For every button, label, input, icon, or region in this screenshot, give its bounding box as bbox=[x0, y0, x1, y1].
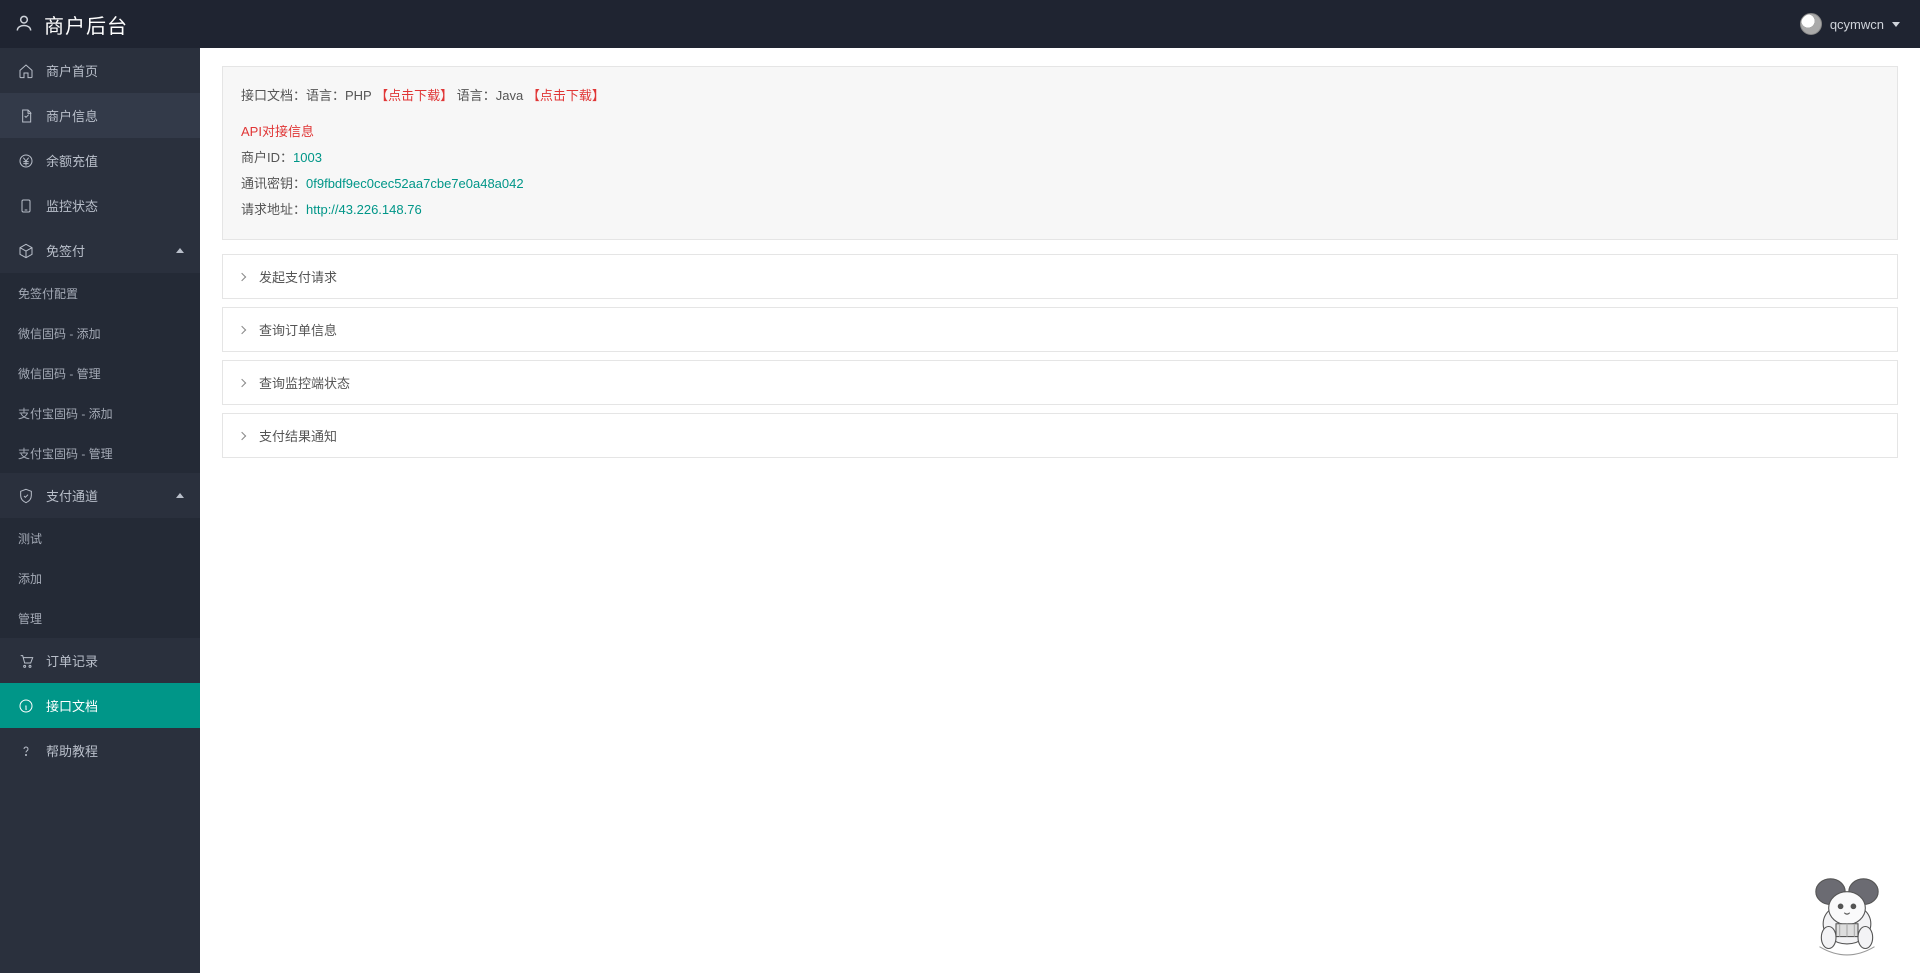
accordion-title: 支付结果通知 bbox=[259, 426, 337, 445]
chevron-right-icon bbox=[238, 431, 246, 439]
chevron-right-icon bbox=[238, 325, 246, 333]
accordion-header[interactable]: 查询监控端状态 bbox=[223, 361, 1897, 404]
avatar bbox=[1800, 13, 1822, 35]
chevron-right-icon bbox=[238, 272, 246, 280]
user-icon bbox=[14, 13, 34, 36]
sidebar-item-api-doc[interactable]: 接口文档 bbox=[0, 683, 200, 728]
sidebar-sub-wechat-add[interactable]: 微信固码 - 添加 bbox=[0, 313, 200, 353]
accordion-title: 发起支付请求 bbox=[259, 267, 337, 286]
sidebar-sub-alipay-manage[interactable]: 支付宝固码 - 管理 bbox=[0, 433, 200, 473]
chevron-up-icon bbox=[176, 248, 184, 253]
api-info-title: API对接信息 bbox=[241, 119, 1879, 145]
sidebar-item-label: 免签付 bbox=[46, 241, 85, 260]
sidebar-sub-test[interactable]: 测试 bbox=[0, 518, 200, 558]
sidebar-item-merchant-info[interactable]: 商户信息 bbox=[0, 93, 200, 138]
accordion-query-monitor: 查询监控端状态 bbox=[222, 360, 1898, 405]
sidebar-sub-manage[interactable]: 管理 bbox=[0, 598, 200, 638]
chevron-down-icon bbox=[1892, 22, 1900, 27]
yen-icon bbox=[18, 153, 34, 169]
sidebar-item-label: 帮助教程 bbox=[46, 741, 98, 760]
sidebar-item-home[interactable]: 商户首页 bbox=[0, 48, 200, 93]
user-menu[interactable]: qcymwcn bbox=[1800, 13, 1900, 35]
merchant-id-value: 1003 bbox=[293, 150, 322, 165]
sidebar-item-label: 商户首页 bbox=[46, 61, 98, 80]
accordion-pay-request: 发起支付请求 bbox=[222, 254, 1898, 299]
accordion-header[interactable]: 发起支付请求 bbox=[223, 255, 1897, 298]
sidebar-sub-alipay-add[interactable]: 支付宝固码 - 添加 bbox=[0, 393, 200, 433]
sidebar-item-label: 支付通道 bbox=[46, 486, 98, 505]
accordion-title: 查询监控端状态 bbox=[259, 373, 350, 392]
sidebar: 商户首页 商户信息 余额充值 监控状态 bbox=[0, 48, 200, 973]
secret-key-row: 通讯密钥：0f9fbdf9ec0cec52aa7cbe7e0a48a042 bbox=[241, 171, 1879, 197]
sidebar-sub-add[interactable]: 添加 bbox=[0, 558, 200, 598]
accordion-query-order: 查询订单信息 bbox=[222, 307, 1898, 352]
home-icon bbox=[18, 63, 34, 79]
sidebar-item-label: 监控状态 bbox=[46, 196, 98, 215]
sidebar-item-monitor[interactable]: 监控状态 bbox=[0, 183, 200, 228]
request-url-link[interactable]: http://43.226.148.76 bbox=[306, 202, 422, 217]
sidebar-item-label: 商户信息 bbox=[46, 106, 98, 125]
sidebar-item-orders[interactable]: 订单记录 bbox=[0, 638, 200, 683]
sidebar-item-signfree[interactable]: 免签付 bbox=[0, 228, 200, 273]
accordion-header[interactable]: 查询订单信息 bbox=[223, 308, 1897, 351]
secret-key-value: 0f9fbdf9ec0cec52aa7cbe7e0a48a042 bbox=[306, 176, 524, 191]
chevron-up-icon bbox=[176, 493, 184, 498]
shield-icon bbox=[18, 488, 34, 504]
accordion-header[interactable]: 支付结果通知 bbox=[223, 414, 1897, 457]
question-icon bbox=[18, 743, 34, 759]
merchant-id-row: 商户ID：1003 bbox=[241, 145, 1879, 171]
doc-download-row: 接口文档：语言：PHP 【点击下载】 语言：Java 【点击下载】 bbox=[241, 83, 1879, 109]
chevron-right-icon bbox=[238, 378, 246, 386]
download-php-link[interactable]: 【点击下载】 bbox=[375, 88, 453, 103]
brand: 商户后台 bbox=[14, 10, 128, 39]
sidebar-item-help[interactable]: 帮助教程 bbox=[0, 728, 200, 773]
header: 商户后台 qcymwcn bbox=[0, 0, 1920, 48]
app-title: 商户后台 bbox=[44, 10, 128, 39]
accordion-title: 查询订单信息 bbox=[259, 320, 337, 339]
accordion-pay-notify: 支付结果通知 bbox=[222, 413, 1898, 458]
request-url-row: 请求地址：http://43.226.148.76 bbox=[241, 197, 1879, 223]
document-icon bbox=[18, 108, 34, 124]
sidebar-sub-signfree-config[interactable]: 免签付配置 bbox=[0, 273, 200, 313]
sidebar-sub-wechat-manage[interactable]: 微信固码 - 管理 bbox=[0, 353, 200, 393]
cube-icon bbox=[18, 243, 34, 259]
sidebar-item-channel[interactable]: 支付通道 bbox=[0, 473, 200, 518]
sidebar-item-label: 余额充值 bbox=[46, 151, 98, 170]
info-icon bbox=[18, 698, 34, 714]
api-info-panel: 接口文档：语言：PHP 【点击下载】 语言：Java 【点击下载】 API对接信… bbox=[222, 66, 1898, 240]
username: qcymwcn bbox=[1830, 17, 1884, 32]
cart-icon bbox=[18, 653, 34, 669]
device-icon bbox=[18, 198, 34, 214]
download-java-link[interactable]: 【点击下载】 bbox=[527, 88, 605, 103]
sidebar-item-recharge[interactable]: 余额充值 bbox=[0, 138, 200, 183]
sidebar-item-label: 接口文档 bbox=[46, 696, 98, 715]
main-content: 接口文档：语言：PHP 【点击下载】 语言：Java 【点击下载】 API对接信… bbox=[200, 48, 1920, 973]
sidebar-item-label: 订单记录 bbox=[46, 651, 98, 670]
